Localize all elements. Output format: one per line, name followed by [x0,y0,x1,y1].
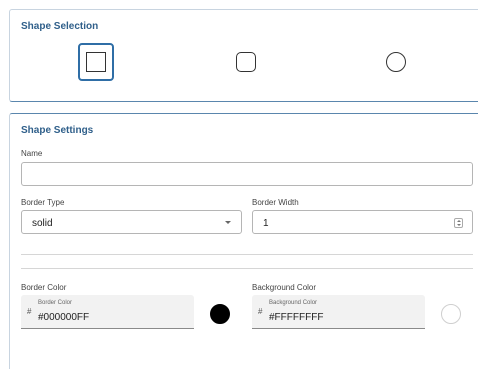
rounded-square-shape-button[interactable] [228,43,264,81]
background-color-field-label: Background Color [269,300,318,306]
border-color-input[interactable]: # Border Color #000000FF [21,295,194,329]
background-color-label: Background Color [252,283,317,292]
circle-icon [386,52,406,72]
name-input[interactable] [21,162,473,186]
background-color-swatch[interactable] [441,304,461,324]
divider [21,268,473,269]
square-shape-button[interactable] [78,43,114,81]
border-color-field-label: Border Color [38,300,73,306]
background-color-input[interactable]: # Background Color #FFFFFFFF [252,295,425,329]
border-type-select[interactable]: solid [21,210,242,234]
border-color-swatch[interactable] [210,304,230,324]
name-label: Name [21,149,43,158]
shape-settings-card: Shape Settings Name Border Type solid Bo… [9,113,478,369]
number-spinner-icon[interactable] [454,218,463,228]
border-type-label: Border Type [21,198,65,207]
border-color-value: #000000FF [38,312,90,323]
border-color-label: Border Color [21,283,67,292]
chevron-down-icon [225,221,231,224]
border-width-value: 1 [263,218,269,229]
circle-shape-button[interactable] [378,43,414,81]
divider [21,254,473,255]
hash-prefix: # [258,307,263,316]
square-icon [86,52,106,72]
border-type-value: solid [32,218,53,229]
rounded-square-icon [236,52,256,72]
hash-prefix: # [27,307,32,316]
border-width-input[interactable]: 1 [252,210,473,234]
border-width-label: Border Width [252,198,299,207]
shape-settings-title: Shape Settings [21,125,94,136]
background-color-value: #FFFFFFFF [269,312,324,323]
shape-selection-title: Shape Selection [21,21,99,32]
shape-selection-card: Shape Selection [9,9,478,102]
